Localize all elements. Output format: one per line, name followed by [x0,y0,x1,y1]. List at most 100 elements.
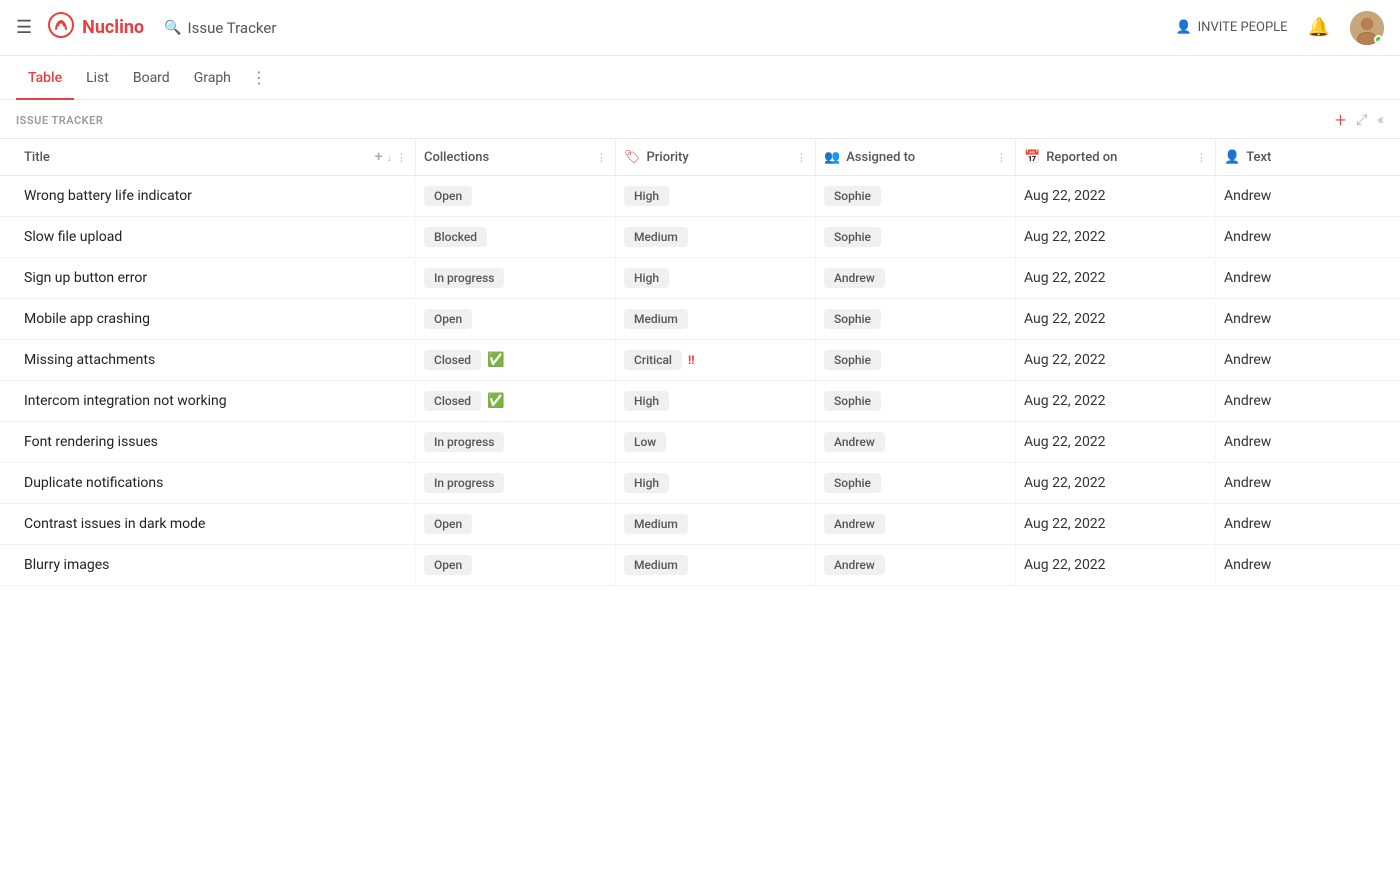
online-indicator [1374,35,1383,44]
cell-priority[interactable]: Critical ‼ [616,340,816,380]
cell-title: Blurry images [16,547,416,583]
table-row[interactable]: Duplicate notificationsIn progressHighSo… [0,463,1400,504]
cell-text: Andrew [1216,301,1400,337]
col-collections-label: Collections [424,150,489,165]
cell-reported: Aug 22, 2022 [1016,424,1216,460]
cell-assigned[interactable]: Sophie [816,463,1016,503]
top-nav: ☰ Nuclino 🔍 Issue Tracker 👤 INVITE PEOPL… [0,0,1400,56]
logo[interactable]: Nuclino [48,12,144,44]
collection-badge: In progress [424,473,504,493]
cell-assigned[interactable]: Andrew [816,545,1016,585]
cell-assigned[interactable]: Sophie [816,381,1016,421]
cell-collection[interactable]: In progress [416,258,616,298]
search-area[interactable]: 🔍 Issue Tracker [164,19,1175,37]
col-assigned-icon: 👥 [824,150,840,165]
table-body: Wrong battery life indicatorOpenHighSoph… [0,176,1400,586]
invite-people-button[interactable]: 👤 INVITE PEOPLE [1175,20,1287,35]
cell-priority[interactable]: High [616,381,816,421]
cell-collection[interactable]: Open [416,504,616,544]
user-avatar[interactable] [1350,11,1384,45]
cell-priority[interactable]: Medium [616,217,816,257]
priority-badge: Low [624,432,666,452]
notification-bell-icon[interactable]: 🔔 [1308,17,1330,38]
table-row[interactable]: Contrast issues in dark modeOpenMediumAn… [0,504,1400,545]
cell-assigned[interactable]: Sophie [816,217,1016,257]
col-title-actions: + ↓ ⋮ [371,149,407,165]
table-row[interactable]: Wrong battery life indicatorOpenHighSoph… [0,176,1400,217]
col-header-reported: 📅 Reported on ⋮ [1016,139,1216,175]
cell-assigned[interactable]: Andrew [816,504,1016,544]
invite-label: INVITE PEOPLE [1198,20,1288,35]
cell-collection[interactable]: Open [416,176,616,216]
col-header-priority: 🏷 Priority ⋮ [616,139,816,175]
cell-text: Andrew [1216,506,1400,542]
cell-collection[interactable]: Closed ✅ [416,340,616,380]
col-reported-more-icon[interactable]: ⋮ [1196,151,1207,164]
col-priority-icon: 🏷 [624,150,641,165]
collection-check-icon: ✅ [487,352,504,368]
table-row[interactable]: Blurry imagesOpenMediumAndrewAug 22, 202… [0,545,1400,586]
tab-table[interactable]: Table [16,56,74,100]
cell-priority[interactable]: High [616,176,816,216]
assignee-badge: Andrew [824,555,885,575]
cell-priority[interactable]: Medium [616,299,816,339]
col-header-title: Title + ↓ ⋮ [16,139,416,175]
cell-assigned[interactable]: Andrew [816,422,1016,462]
table-row[interactable]: Missing attachmentsClosed ✅Critical ‼Sop… [0,340,1400,381]
collection-badge: Closed [424,391,481,411]
col-collections-more-icon[interactable]: ⋮ [596,151,607,164]
table-row[interactable]: Sign up button errorIn progressHighAndre… [0,258,1400,299]
tab-list[interactable]: List [74,56,121,100]
col-more-icon[interactable]: ⋮ [396,151,407,164]
section-header: ISSUE TRACKER + ⤢ « [0,100,1400,139]
cell-collection[interactable]: Open [416,299,616,339]
collapse-button[interactable]: « [1377,112,1384,128]
cell-assigned[interactable]: Sophie [816,299,1016,339]
col-priority-more-icon[interactable]: ⋮ [796,151,807,164]
cell-priority[interactable]: High [616,258,816,298]
collection-badge: Closed [424,350,481,370]
cell-title: Intercom integration not working [16,383,416,419]
col-collections-actions: ⋮ [596,151,607,164]
col-assigned-label: Assigned to [846,150,915,165]
cell-priority[interactable]: High [616,463,816,503]
cell-assigned[interactable]: Sophie [816,176,1016,216]
cell-priority[interactable]: Low [616,422,816,462]
cell-assigned[interactable]: Sophie [816,340,1016,380]
assignee-badge: Andrew [824,268,885,288]
cell-collection[interactable]: In progress [416,422,616,462]
cell-collection[interactable]: Closed ✅ [416,381,616,421]
cell-collection[interactable]: Blocked [416,217,616,257]
cell-collection[interactable]: In progress [416,463,616,503]
table-row[interactable]: Font rendering issuesIn progressLowAndre… [0,422,1400,463]
assignee-badge: Sophie [824,473,881,493]
cell-reported: Aug 22, 2022 [1016,178,1216,214]
col-assigned-actions: ⋮ [996,151,1007,164]
tab-graph[interactable]: Graph [182,56,243,100]
col-add-icon[interactable]: + [375,149,383,165]
priority-badge: High [624,186,669,206]
cell-priority[interactable]: Medium [616,545,816,585]
cell-reported: Aug 22, 2022 [1016,219,1216,255]
cell-priority[interactable]: Medium [616,504,816,544]
cell-collection[interactable]: Open [416,545,616,585]
collection-badge: In progress [424,432,504,452]
cell-assigned[interactable]: Andrew [816,258,1016,298]
add-row-button[interactable]: + [1335,108,1346,132]
table-row[interactable]: Intercom integration not workingClosed ✅… [0,381,1400,422]
hamburger-icon[interactable]: ☰ [16,17,32,38]
more-tabs-icon[interactable]: ⋮ [243,68,275,87]
cell-text: Andrew [1216,219,1400,255]
col-assigned-more-icon[interactable]: ⋮ [996,151,1007,164]
app-name: Nuclino [82,17,144,38]
col-sort-icon[interactable]: ↓ [387,151,393,164]
priority-badge: Medium [624,514,688,534]
table-row[interactable]: Slow file uploadBlockedMediumSophieAug 2… [0,217,1400,258]
cell-text: Andrew [1216,465,1400,501]
tab-board[interactable]: Board [121,56,182,100]
col-title-label: Title [24,150,50,165]
expand-button[interactable]: ⤢ [1356,112,1367,128]
assignee-badge: Sophie [824,309,881,329]
table-row[interactable]: Mobile app crashingOpenMediumSophieAug 2… [0,299,1400,340]
col-reported-label: Reported on [1046,150,1117,165]
